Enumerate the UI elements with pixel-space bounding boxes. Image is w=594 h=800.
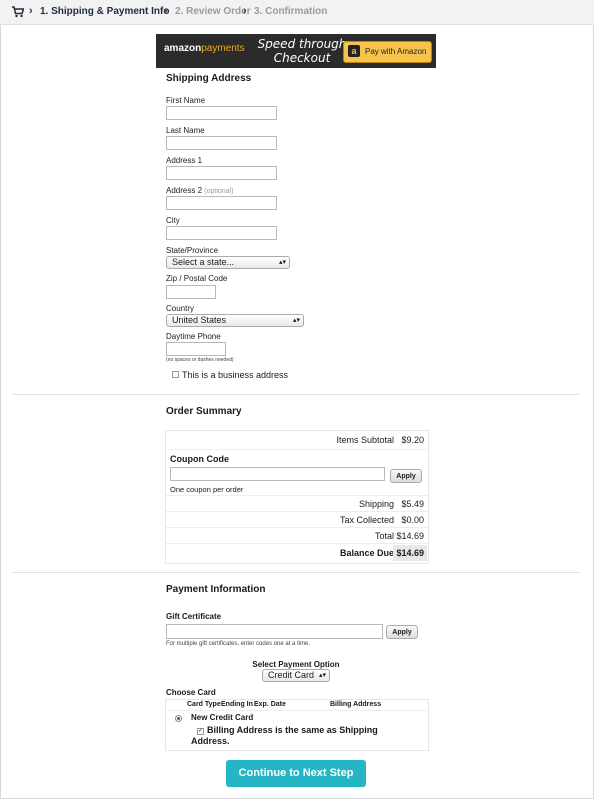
address2-label: Address 2 (optional) — [166, 186, 234, 195]
breadcrumb-step-review[interactable]: 2. Review Order — [175, 6, 251, 17]
gift-certificate-note: For multiple gift certificates, enter co… — [166, 641, 311, 647]
billing-same-label: Billing Address is the same as Shipping … — [191, 725, 378, 746]
total-row: Total $14.69 — [166, 527, 428, 544]
business-address-checkbox[interactable] — [172, 371, 179, 378]
payment-information-heading: Payment Information — [166, 584, 266, 595]
subtotal-value: $9.20 — [401, 435, 424, 445]
table-divider — [166, 710, 428, 711]
shipping-label: Shipping — [358, 499, 394, 509]
zip-field[interactable] — [166, 285, 216, 299]
state-select[interactable]: Select a state... ▴▾ — [166, 256, 290, 269]
chevron-right-icon: › — [243, 5, 247, 17]
address2-field[interactable] — [166, 196, 277, 210]
select-arrows-icon: ▴▾ — [292, 317, 300, 324]
col-exp-date: Exp. Date — [254, 701, 286, 708]
business-address-label: This is a business address — [182, 370, 289, 380]
cart-icon[interactable] — [12, 6, 24, 18]
amazon-icon: a — [348, 45, 360, 57]
country-select[interactable]: United States ▴▾ — [166, 314, 304, 327]
section-divider — [12, 572, 580, 573]
last-name-field[interactable] — [166, 136, 277, 150]
shipping-address-heading: Shipping Address — [166, 73, 252, 84]
continue-to-next-step-button[interactable]: Continue to Next Step — [226, 760, 366, 787]
balance-row: Balance Due $14.69 — [166, 543, 428, 562]
city-label: City — [166, 216, 180, 225]
tax-label: Tax Collected — [339, 515, 394, 525]
breadcrumb: › 1. Shipping & Payment Info › 2. Review… — [0, 0, 594, 25]
chevron-right-icon: › — [164, 5, 168, 17]
gift-apply-button[interactable]: Apply — [386, 625, 418, 639]
phone-field[interactable] — [166, 342, 226, 356]
gift-certificate-heading: Gift Certificate — [166, 612, 222, 621]
choose-card-heading: Choose Card — [166, 688, 216, 697]
country-label: Country — [166, 304, 195, 313]
coupon-note: One coupon per order — [170, 485, 244, 494]
new-card-radio[interactable] — [175, 715, 182, 722]
tax-row: Tax Collected $0.00 — [166, 511, 428, 528]
select-arrows-icon: ▴▾ — [318, 672, 326, 679]
coupon-code-field[interactable] — [170, 467, 385, 481]
order-summary-heading: Order Summary — [166, 406, 242, 417]
card-table: Card Type Ending In Exp. Date Billing Ad… — [165, 699, 429, 751]
coupon-code-heading: Coupon Code — [170, 454, 229, 464]
phone-hint: (no spaces or dashes needed) — [166, 357, 234, 363]
pay-with-amazon-button[interactable]: a Pay with Amazon — [343, 41, 432, 63]
shipping-value: $5.49 — [401, 499, 424, 509]
chevron-right-icon: › — [29, 5, 33, 17]
shipping-row: Shipping $5.49 — [166, 495, 428, 512]
gift-certificate-field[interactable] — [166, 624, 383, 639]
total-value: $14.69 — [396, 531, 424, 541]
state-label: State/Province — [166, 246, 219, 255]
order-summary-table: Items Subtotal $9.20 Coupon Code Apply O… — [165, 430, 429, 564]
amazon-payments-banner: amazonpayments Speed through Checkout a … — [156, 34, 436, 68]
amazon-payments-logo: amazonpayments — [164, 43, 245, 54]
first-name-label: First Name — [166, 96, 206, 105]
select-payment-option-label: Select Payment Option — [252, 660, 340, 669]
address1-field[interactable] — [166, 166, 277, 180]
col-card-type: Card Type — [187, 701, 221, 708]
coupon-apply-button[interactable]: Apply — [390, 469, 422, 483]
new-credit-card-label: New Credit Card — [191, 713, 254, 722]
amazon-tagline: Speed through Checkout — [257, 37, 347, 65]
zip-label: Zip / Postal Code — [166, 274, 228, 283]
balance-due-value: $14.69 — [393, 545, 427, 561]
section-divider — [12, 394, 580, 395]
first-name-field[interactable] — [166, 106, 277, 120]
phone-label: Daytime Phone — [166, 332, 221, 341]
subtotal-label: Items Subtotal — [336, 435, 394, 445]
col-ending-in: Ending In — [221, 701, 253, 708]
last-name-label: Last Name — [166, 126, 205, 135]
breadcrumb-step-confirmation[interactable]: 3. Confirmation — [254, 6, 327, 17]
city-field[interactable] — [166, 226, 277, 240]
tax-value: $0.00 — [401, 515, 424, 525]
col-billing-address: Billing Address — [330, 701, 382, 708]
breadcrumb-step-shipping[interactable]: 1. Shipping & Payment Info — [40, 6, 169, 17]
total-label: Total — [374, 531, 394, 541]
balance-due-label: Balance Due — [339, 548, 394, 558]
payment-option-select[interactable]: Credit Card ▴▾ — [262, 669, 330, 682]
address1-label: Address 1 — [166, 156, 203, 165]
select-arrows-icon: ▴▾ — [278, 259, 286, 266]
